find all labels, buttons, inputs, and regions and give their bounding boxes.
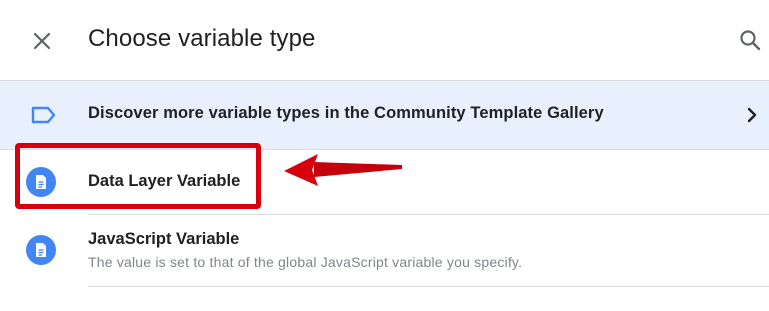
search-icon: [740, 30, 761, 51]
list-divider: [88, 286, 769, 287]
community-gallery-link[interactable]: Discover more variable types in the Comm…: [0, 81, 769, 150]
variable-type-data-layer[interactable]: Data Layer Variable: [0, 150, 769, 214]
variable-type-title: JavaScript Variable: [88, 230, 240, 248]
choose-variable-type-panel: Choose variable type Discover more varia…: [0, 0, 769, 311]
close-button[interactable]: [26, 25, 58, 57]
search-button[interactable]: [734, 24, 766, 56]
variable-type-description: The value is set to that of the global J…: [88, 254, 523, 270]
variable-type-javascript[interactable]: JavaScript Variable The value is set to …: [0, 216, 769, 286]
chevron-right-icon: [747, 107, 757, 123]
document-icon: [26, 235, 56, 265]
page-title: Choose variable type: [88, 25, 316, 52]
community-gallery-text: Discover more variable types in the Comm…: [88, 104, 604, 122]
panel-header: Choose variable type: [0, 0, 769, 81]
close-icon: [33, 32, 51, 50]
list-divider: [88, 214, 769, 215]
tag-icon: [31, 106, 56, 124]
variable-type-title: Data Layer Variable: [88, 172, 241, 190]
document-icon: [26, 167, 56, 197]
